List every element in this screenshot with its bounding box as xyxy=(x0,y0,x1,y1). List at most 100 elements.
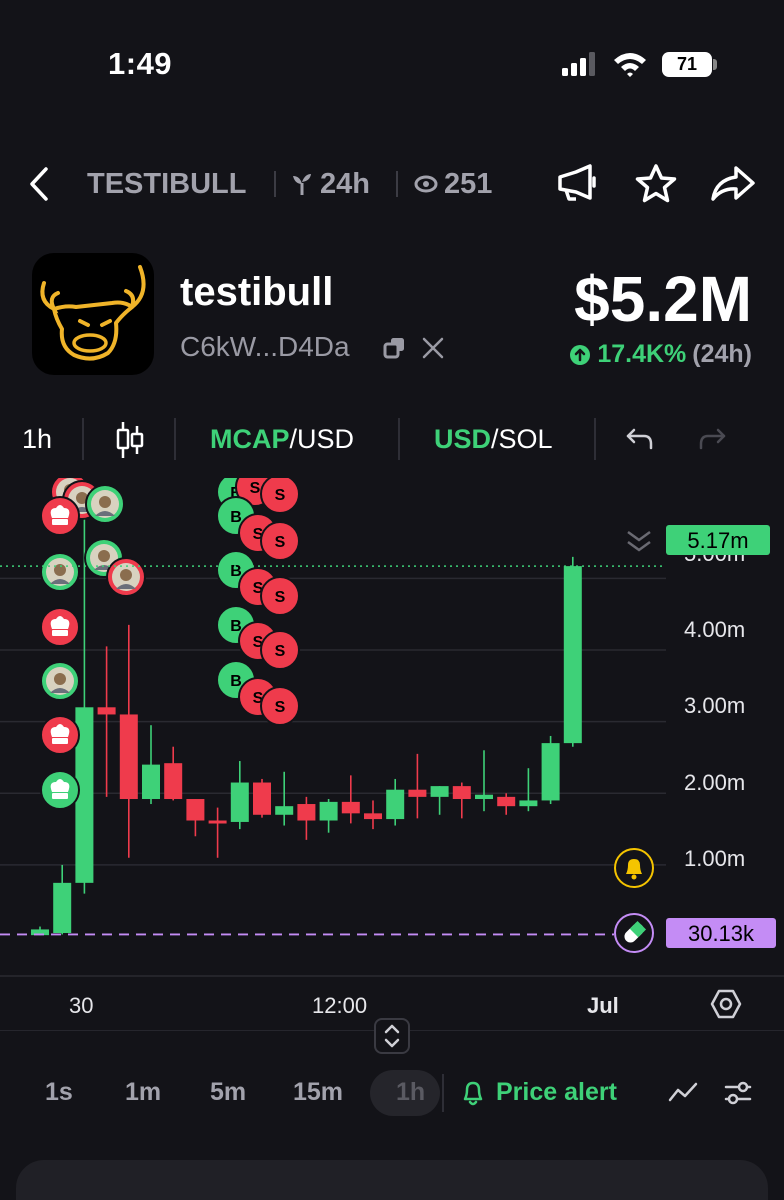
signal-icon xyxy=(562,52,595,76)
interval-selector[interactable]: 1h xyxy=(22,424,52,455)
candle xyxy=(119,624,138,858)
chef-trade-marker[interactable] xyxy=(40,715,80,755)
candle xyxy=(386,778,405,826)
chart-settings-icon[interactable] xyxy=(710,988,742,1020)
candle-body xyxy=(386,789,405,820)
y-tick-label: 4.00m xyxy=(684,617,746,642)
sell-marker[interactable]: S xyxy=(260,630,300,670)
price-alert-label: Price alert xyxy=(496,1078,617,1106)
status-time: 1:49 xyxy=(108,46,173,81)
timeframe-1m[interactable]: 1m xyxy=(125,1078,161,1107)
arrow-up-circle-icon xyxy=(570,344,591,365)
chef-trade-marker[interactable] xyxy=(40,607,80,647)
pill-button[interactable] xyxy=(614,913,654,953)
change-period: (24h) xyxy=(692,340,752,368)
sliders-icon[interactable] xyxy=(724,1078,752,1108)
expand-vertical-icon xyxy=(384,1024,400,1048)
candle xyxy=(430,786,449,815)
avatar-trade-marker[interactable] xyxy=(106,557,146,597)
candle xyxy=(230,761,249,830)
candle-body xyxy=(97,707,116,715)
chevron-down-icon[interactable] xyxy=(624,527,654,557)
candle xyxy=(563,556,582,747)
sell-marker[interactable]: S xyxy=(260,576,300,616)
change-percent: 17.4K% xyxy=(597,340,687,368)
candle xyxy=(364,800,382,830)
token-logo xyxy=(32,253,154,375)
wifi-icon xyxy=(614,53,646,77)
x-social-icon[interactable] xyxy=(422,337,444,359)
star-icon[interactable] xyxy=(634,163,678,205)
candle-body xyxy=(341,801,360,814)
candle xyxy=(142,725,160,805)
trade-marker-label: B xyxy=(230,673,242,690)
candle-body xyxy=(297,804,316,821)
eye-icon xyxy=(414,175,438,193)
trade-marker-label: S xyxy=(250,480,261,497)
redo-icon[interactable] xyxy=(698,426,728,452)
candle xyxy=(208,807,227,858)
candle-body xyxy=(452,786,471,800)
candle xyxy=(408,753,427,819)
candle-body xyxy=(119,714,138,800)
copy-icon[interactable] xyxy=(383,336,407,360)
bell-button[interactable] xyxy=(614,848,654,888)
candle xyxy=(541,735,560,805)
token-name: testibull xyxy=(180,270,334,314)
candle-body xyxy=(408,789,427,797)
usd-sol-toggle[interactable]: USD/SOL xyxy=(434,424,553,455)
candle xyxy=(53,864,72,935)
divider xyxy=(398,418,400,460)
timeframe-1h[interactable]: 1h xyxy=(396,1078,425,1107)
avatar-trade-marker[interactable] xyxy=(40,552,80,592)
sell-marker[interactable]: S xyxy=(260,478,300,514)
bell-outline-icon xyxy=(463,1081,483,1105)
back-icon[interactable] xyxy=(26,166,52,202)
price-alert-button[interactable]: Price alert xyxy=(460,1078,617,1107)
candle-body xyxy=(475,794,493,800)
undo-icon[interactable] xyxy=(624,426,654,452)
x-tick-label: Jul xyxy=(587,993,619,1018)
candle-body xyxy=(519,800,538,807)
candle xyxy=(164,746,183,801)
avatar-trade-marker[interactable] xyxy=(40,661,80,701)
candle-body xyxy=(208,820,227,824)
mcap-usd-toggle[interactable]: MCAP/USD xyxy=(210,424,354,455)
price-chart[interactable]: B S SBS SBSSBSSBSS xyxy=(0,478,784,1038)
mcap-label: MCAP xyxy=(210,424,290,454)
chef-trade-marker[interactable] xyxy=(40,770,80,810)
avatar-trade-marker[interactable] xyxy=(85,484,125,524)
line-chart-icon[interactable] xyxy=(668,1080,698,1106)
sell-marker[interactable]: S xyxy=(260,686,300,726)
timeframe-1s[interactable]: 1s xyxy=(45,1078,73,1107)
trade-marker-label: S xyxy=(275,534,286,551)
sell-marker[interactable]: S xyxy=(260,521,300,561)
divider xyxy=(274,171,276,197)
resize-handle[interactable] xyxy=(374,1018,410,1054)
market-cap-value: $5.2M xyxy=(574,263,752,335)
marker-value-label: 30.13k xyxy=(687,921,755,946)
candle-body xyxy=(319,801,338,821)
candle-body xyxy=(53,882,72,934)
chef-trade-marker[interactable] xyxy=(40,496,80,536)
pill-icon xyxy=(624,920,647,943)
candle-body xyxy=(186,799,205,821)
token-address: C6kW...D4Da xyxy=(180,331,350,362)
y-tick-label: 2.00m xyxy=(684,770,746,795)
candle xyxy=(186,799,205,837)
divider xyxy=(594,418,596,460)
candle xyxy=(297,796,316,840)
usd-label: USD xyxy=(434,424,492,454)
bottom-panel[interactable] xyxy=(16,1160,768,1200)
candlestick-icon[interactable] xyxy=(114,420,146,460)
candle xyxy=(497,793,516,815)
timeframe-5m[interactable]: 5m xyxy=(210,1078,246,1107)
timeframe-15m[interactable]: 15m xyxy=(293,1078,343,1107)
candle xyxy=(275,771,294,826)
divider xyxy=(174,418,176,460)
candle xyxy=(341,775,360,824)
divider xyxy=(396,171,398,197)
megaphone-icon[interactable] xyxy=(556,163,600,203)
share-icon[interactable] xyxy=(710,165,756,203)
trade-marker-label: B xyxy=(230,509,242,526)
